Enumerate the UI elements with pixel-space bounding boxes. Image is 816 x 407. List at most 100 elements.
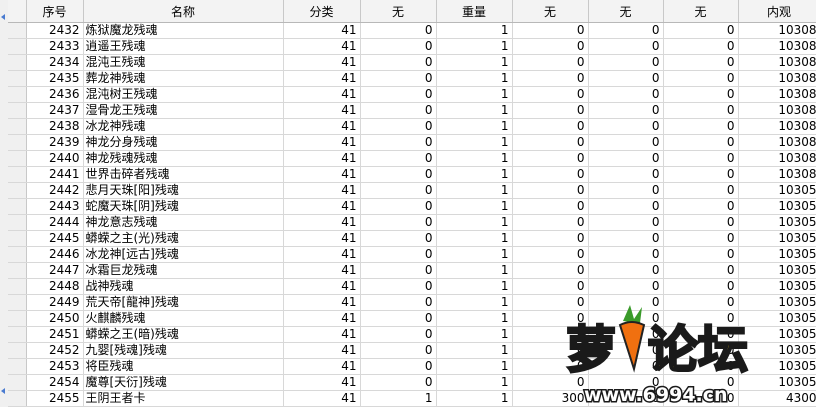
cell-weight[interactable]: 1 — [436, 22, 513, 39]
cell-category[interactable]: 41 — [283, 134, 361, 151]
cell-id[interactable]: 2448 — [26, 278, 84, 295]
cell-none-4[interactable]: 0 — [663, 310, 739, 327]
cell-weight[interactable]: 1 — [436, 54, 513, 71]
cell-category[interactable]: 41 — [283, 390, 361, 407]
cell-none-1[interactable]: 0 — [360, 134, 437, 151]
cell-appearance[interactable]: 10308 — [738, 166, 816, 183]
cell-category[interactable]: 41 — [283, 342, 361, 359]
cell-weight[interactable]: 1 — [436, 70, 513, 87]
cell-none-3[interactable]: 0 — [588, 262, 664, 279]
cell-weight[interactable]: 1 — [436, 134, 513, 151]
cell-category[interactable]: 41 — [283, 118, 361, 135]
cell-appearance[interactable]: 10308 — [738, 118, 816, 135]
cell-category[interactable]: 41 — [283, 70, 361, 87]
cell-category[interactable]: 41 — [283, 182, 361, 199]
cell-appearance[interactable]: 10305 — [738, 374, 816, 391]
cell-none-3[interactable]: 0 — [588, 374, 664, 391]
collapse-arrow-icon[interactable] — [1, 388, 5, 394]
cell-name[interactable]: 葬龙神残魂 — [83, 70, 284, 87]
cell-none-2[interactable]: 0 — [512, 166, 589, 183]
cell-none-1[interactable]: 0 — [360, 326, 437, 343]
cell-id[interactable]: 2436 — [26, 86, 84, 103]
cell-none-2[interactable]: 0 — [512, 198, 589, 215]
cell-weight[interactable]: 1 — [436, 310, 513, 327]
cell-none-4[interactable]: 0 — [663, 86, 739, 103]
cell-category[interactable]: 41 — [283, 310, 361, 327]
cell-none-4[interactable]: 0 — [663, 342, 739, 359]
cell-none-1[interactable]: 0 — [360, 246, 437, 263]
cell-none-2[interactable]: 0 — [512, 54, 589, 71]
data-grid[interactable]: 序号 名称 分类 无 重量 无 无 无 内观 2432 炼狱魔龙残魂 41 0 1 0 0 0… — [8, 0, 816, 407]
column-header-none-4[interactable]: 无 — [663, 0, 739, 23]
cell-none-1[interactable]: 0 — [360, 278, 437, 295]
cell-none-2[interactable]: 0 — [512, 102, 589, 119]
cell-none-3[interactable]: 0 — [588, 102, 664, 119]
cell-none-3[interactable]: 0 — [588, 134, 664, 151]
cell-none-4[interactable]: 0 — [663, 22, 739, 39]
cell-none-4[interactable]: 0 — [663, 38, 739, 55]
cell-none-3[interactable]: 0 — [588, 166, 664, 183]
cell-weight[interactable]: 1 — [436, 294, 513, 311]
cell-none-4[interactable]: 0 — [663, 230, 739, 247]
cell-appearance[interactable]: 10308 — [738, 86, 816, 103]
table-row[interactable]: 2451 蟒蝾之王(暗)残魂 41 0 1 0 0 0 10305 — [8, 326, 816, 343]
cell-none-4[interactable]: 0 — [663, 102, 739, 119]
table-row[interactable]: 2449 荒天帝[龍神]残魂 41 0 1 0 0 0 10305 — [8, 294, 816, 311]
cell-none-3[interactable]: 0 — [588, 54, 664, 71]
cell-none-3[interactable]: 0 — [588, 118, 664, 135]
cell-none-4[interactable]: 0 — [663, 166, 739, 183]
cell-weight[interactable]: 1 — [436, 278, 513, 295]
cell-none-4[interactable]: 0 — [663, 182, 739, 199]
cell-appearance[interactable]: 10305 — [738, 278, 816, 295]
row-indicator[interactable] — [8, 102, 27, 119]
cell-weight[interactable]: 1 — [436, 358, 513, 375]
table-row[interactable]: 2453 将臣残魂 41 0 1 0 0 0 10305 — [8, 358, 816, 375]
row-indicator[interactable] — [8, 150, 27, 167]
cell-none-4[interactable]: 0 — [663, 54, 739, 71]
cell-appearance[interactable]: 4300 — [738, 390, 816, 407]
row-indicator[interactable] — [8, 86, 27, 103]
cell-id[interactable]: 2446 — [26, 246, 84, 263]
cell-none-1[interactable]: 0 — [360, 102, 437, 119]
cell-none-4[interactable]: 0 — [663, 198, 739, 215]
collapse-arrow-icon[interactable] — [1, 14, 5, 20]
row-indicator[interactable] — [8, 230, 27, 247]
cell-category[interactable]: 41 — [283, 326, 361, 343]
cell-appearance[interactable]: 10305 — [738, 294, 816, 311]
row-indicator[interactable] — [8, 22, 27, 39]
cell-none-3[interactable]: 0 — [588, 310, 664, 327]
cell-none-2[interactable]: 0 — [512, 246, 589, 263]
cell-id[interactable]: 2432 — [26, 22, 84, 39]
cell-id[interactable]: 2454 — [26, 374, 84, 391]
cell-none-2[interactable]: 0 — [512, 278, 589, 295]
cell-appearance[interactable]: 10305 — [738, 230, 816, 247]
cell-none-2[interactable]: 0 — [512, 38, 589, 55]
table-row[interactable]: 2444 神龙意志残魂 41 0 1 0 0 0 10305 — [8, 214, 816, 231]
table-row[interactable]: 2443 蛇魔天珠[阴]残魂 41 0 1 0 0 0 10305 — [8, 198, 816, 215]
cell-id[interactable]: 2441 — [26, 166, 84, 183]
cell-appearance[interactable]: 10308 — [738, 134, 816, 151]
row-indicator[interactable] — [8, 278, 27, 295]
table-row[interactable]: 2433 逍遥王残魂 41 0 1 0 0 0 10308 — [8, 38, 816, 55]
cell-name[interactable]: 战神残魂 — [83, 278, 284, 295]
cell-category[interactable]: 41 — [283, 278, 361, 295]
table-row[interactable]: 2454 魔尊[天衍]残魂 41 0 1 0 0 0 10305 — [8, 374, 816, 391]
cell-none-4[interactable]: 0 — [663, 246, 739, 263]
cell-weight[interactable]: 1 — [436, 182, 513, 199]
cell-weight[interactable]: 1 — [436, 166, 513, 183]
row-indicator[interactable] — [8, 310, 27, 327]
cell-none-4[interactable]: 0 — [663, 294, 739, 311]
table-row[interactable]: 2437 湿骨龙王残魂 41 0 1 0 0 0 10308 — [8, 102, 816, 119]
cell-id[interactable]: 2434 — [26, 54, 84, 71]
row-indicator[interactable] — [8, 326, 27, 343]
cell-none-1[interactable]: 0 — [360, 374, 437, 391]
cell-id[interactable]: 2433 — [26, 38, 84, 55]
cell-name[interactable]: 荒天帝[龍神]残魂 — [83, 294, 284, 311]
cell-appearance[interactable]: 10308 — [738, 70, 816, 87]
cell-appearance[interactable]: 10305 — [738, 214, 816, 231]
cell-none-3[interactable]: 0 — [588, 214, 664, 231]
cell-name[interactable]: 冰龙神[远古]残魂 — [83, 246, 284, 263]
cell-name[interactable]: 混沌王残魂 — [83, 54, 284, 71]
row-indicator[interactable] — [8, 214, 27, 231]
row-indicator[interactable] — [8, 182, 27, 199]
